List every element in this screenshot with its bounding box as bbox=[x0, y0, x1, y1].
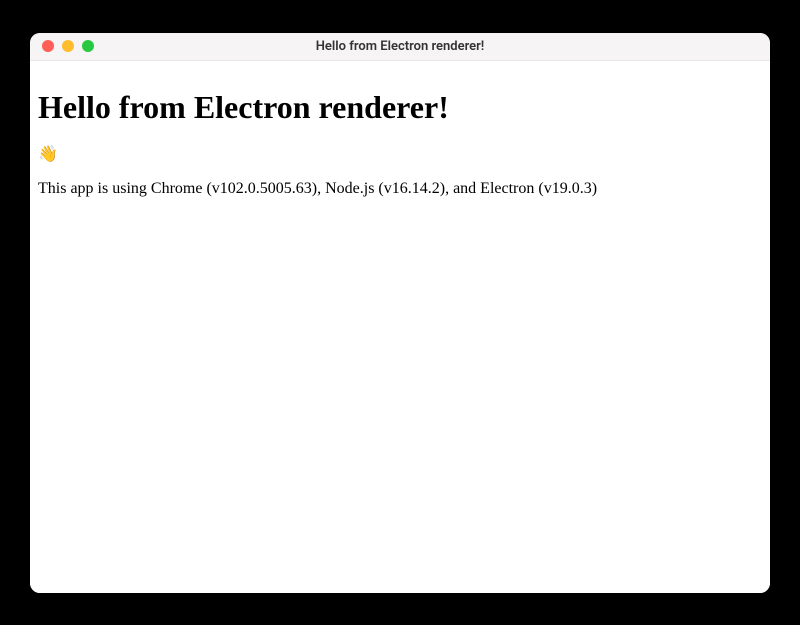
close-icon[interactable] bbox=[42, 40, 54, 52]
window-title: Hello from Electron renderer! bbox=[30, 39, 770, 54]
content-area: Hello from Electron renderer! 👋 This app… bbox=[30, 61, 770, 593]
titlebar: Hello from Electron renderer! bbox=[30, 33, 770, 61]
maximize-icon[interactable] bbox=[82, 40, 94, 52]
minimize-icon[interactable] bbox=[62, 40, 74, 52]
wave-emoji: 👋 bbox=[38, 144, 762, 164]
page-heading: Hello from Electron renderer! bbox=[38, 89, 762, 126]
version-info: This app is using Chrome (v102.0.5005.63… bbox=[38, 180, 762, 198]
traffic-lights bbox=[30, 40, 94, 52]
app-window: Hello from Electron renderer! Hello from… bbox=[30, 33, 770, 593]
